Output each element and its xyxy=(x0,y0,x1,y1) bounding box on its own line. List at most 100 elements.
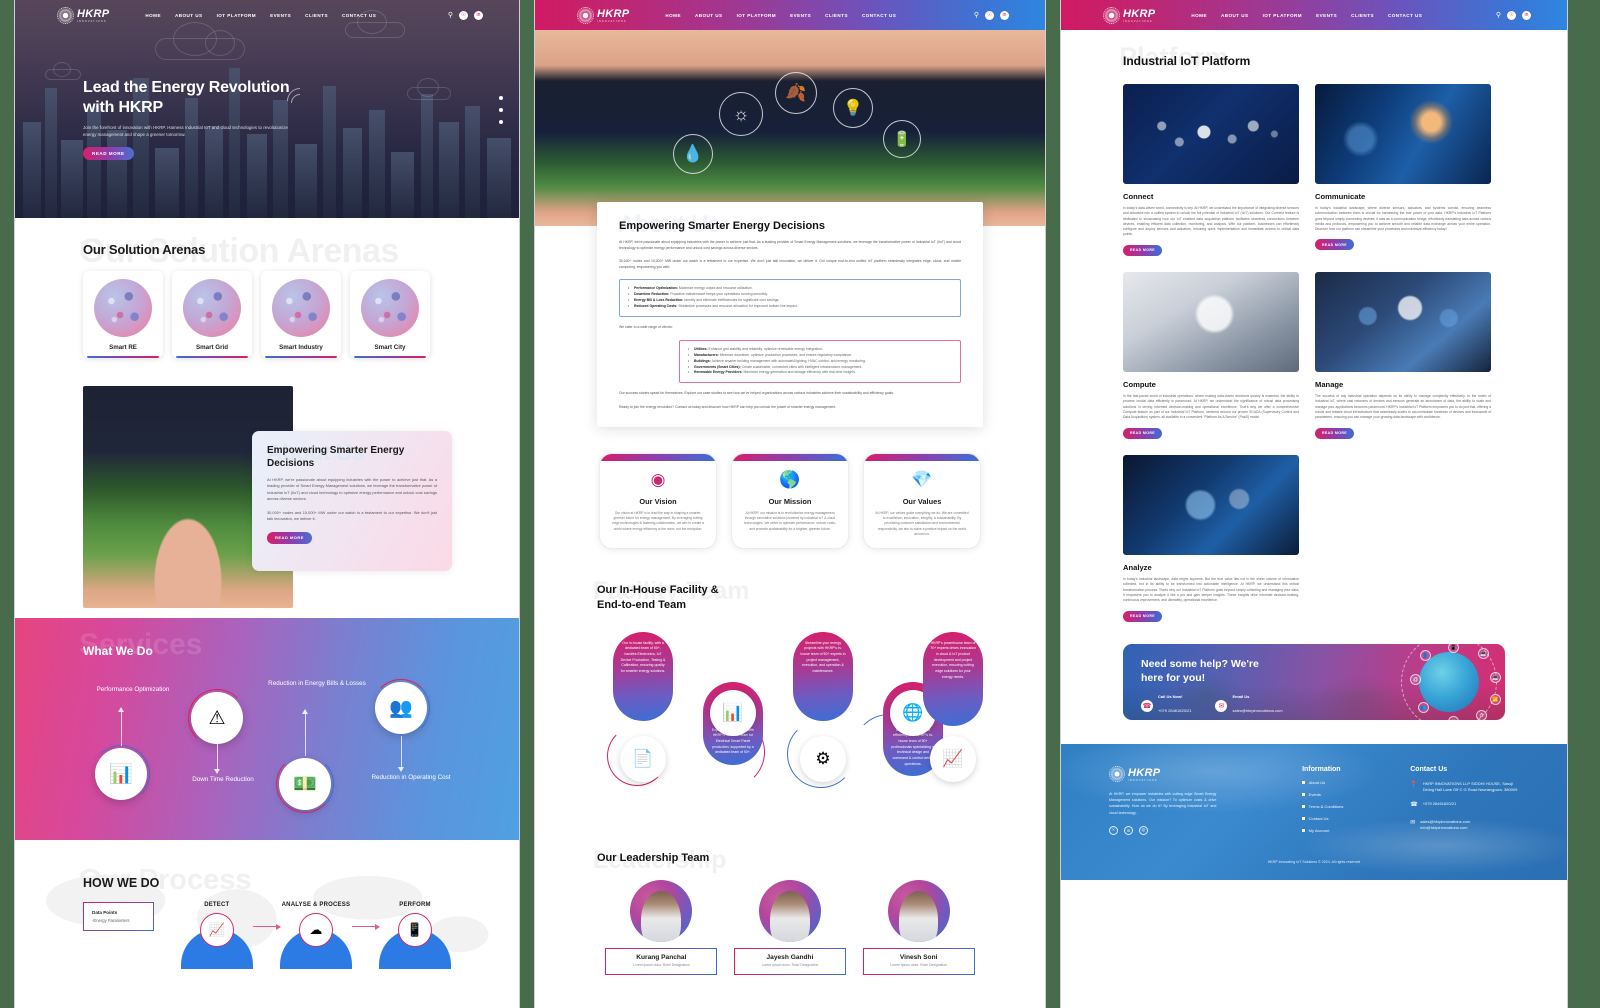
logo-text: HKRP INNOVATIONS xyxy=(597,7,630,23)
nav-item-events[interactable]: EVENTS xyxy=(1316,13,1337,18)
nav-item-events[interactable]: EVENTS xyxy=(270,13,291,18)
linkedin-icon[interactable]: in xyxy=(1000,10,1009,20)
linkedin-icon[interactable]: in xyxy=(474,10,483,20)
iot-card-text: In today's data-driven world, connectivi… xyxy=(1123,206,1299,237)
search-icon[interactable]: ⚲ xyxy=(1496,11,1501,19)
arena-card-smart-industry[interactable]: Smart Industry xyxy=(261,271,341,358)
footer-logo[interactable]: HKRP INNOVATIONS xyxy=(1109,766,1216,782)
slider-dot-1[interactable] xyxy=(499,96,503,100)
hero-title: Lead the Energy Revolution with HKRP xyxy=(83,78,333,117)
search-icon[interactable]: ⚲ xyxy=(448,11,453,19)
footer-link-my-account[interactable]: My Account xyxy=(1302,828,1386,833)
about-paragraph-2: 30,000+ nodes and 10,000+ MW under our w… xyxy=(267,509,437,522)
footer-email[interactable]: ✉ sales@hkrpinnovations.com info@hkrpinn… xyxy=(1410,819,1519,831)
communicate-read-more-button[interactable]: READ MORE xyxy=(1315,239,1354,251)
nav-item-home[interactable]: HOME xyxy=(145,13,161,18)
arena-card-smart-city[interactable]: Smart City xyxy=(350,271,430,358)
meter-icon: 📈 xyxy=(199,913,234,947)
leadership-section: Leadership Our Leadership Team Kurang Pa… xyxy=(535,846,1045,975)
skype-icon[interactable]: ☉ xyxy=(985,10,994,20)
solution-arenas-section: Our Solution Arenas Our Solution Arenas … xyxy=(15,218,519,358)
about-paragraph-1: At HKRP, we're passionate about equippin… xyxy=(267,477,437,502)
wwd-label-energybills: Reduction in Energy Bills & Losses xyxy=(268,680,366,687)
nav-item-contact-us[interactable]: CONTACT US xyxy=(342,13,376,18)
wwd-item-operatingcost[interactable]: 👥 xyxy=(372,679,430,737)
hero-slider-dots[interactable] xyxy=(499,96,503,124)
footer-link-events[interactable]: Events xyxy=(1302,792,1386,797)
logo-iot[interactable]: HKRP INNOVATIONS xyxy=(1103,6,1155,24)
footer-link-about-us[interactable]: About Us xyxy=(1302,780,1386,785)
facility-title: Our In-House Facility & End-to-end Team xyxy=(597,583,983,612)
eye-target-icon: ◉ xyxy=(650,469,666,489)
how-step-label: PERFORM xyxy=(399,902,431,908)
about-page-paragraph-1: At HKRP, we're passionate about equippin… xyxy=(619,240,961,250)
smart-re-icon xyxy=(94,279,152,337)
arena-label: Smart City xyxy=(374,344,406,351)
linkedin-icon[interactable]: in xyxy=(1124,825,1133,835)
gauge-icon: 📊 xyxy=(92,745,150,803)
analyze-read-more-button[interactable]: READ MORE xyxy=(1123,610,1162,622)
arena-card-smart-re[interactable]: Smart RE xyxy=(83,271,163,358)
nav-item-iot-platform[interactable]: IOT PLATFORM xyxy=(737,13,777,18)
alert-icon: ⚠ xyxy=(188,689,246,747)
wwd-item-performance[interactable]: 📊 xyxy=(92,745,150,803)
slider-dot-3[interactable] xyxy=(499,120,503,124)
compute-read-more-button[interactable]: READ MORE xyxy=(1123,427,1162,439)
search-icon[interactable]: ⚲ xyxy=(974,11,979,19)
linkedin-icon[interactable]: in xyxy=(1522,10,1531,20)
mail-icon: ✉ xyxy=(1215,699,1228,712)
values-card: 💎 Our Values At HKRP, our values guide e… xyxy=(863,452,981,550)
nav-item-home[interactable]: HOME xyxy=(1191,13,1207,18)
about-read-more-button[interactable]: READ MORE xyxy=(267,531,312,544)
nav-item-about-us[interactable]: ABOUT US xyxy=(695,13,723,18)
nav-item-clients[interactable]: CLIENTS xyxy=(1351,13,1374,18)
nav-item-iot-platform[interactable]: IOT PLATFORM xyxy=(217,13,257,18)
nav-item-clients[interactable]: CLIENTS xyxy=(305,13,328,18)
wwd-item-downtime[interactable]: ⚠ xyxy=(188,689,246,747)
communicate-image xyxy=(1315,84,1491,184)
how-step-analyse: ANALYSE & PROCESS ☁ xyxy=(279,902,352,969)
footer-link-contact-us[interactable]: Contact Us xyxy=(1302,816,1386,821)
iot-card-title: Manage xyxy=(1315,380,1344,390)
logo-about[interactable]: HKRP INNOVATIONS xyxy=(577,6,630,24)
leader-role: Lorem Ipsum dolor. Role/ Designation xyxy=(761,962,819,967)
footer-link-terms[interactable]: Terms & Conditions xyxy=(1302,804,1386,809)
manage-read-more-button[interactable]: READ MORE xyxy=(1315,427,1354,439)
wwd-item-energybills[interactable]: 💵 xyxy=(276,755,334,813)
nav-item-contact-us[interactable]: CONTACT US xyxy=(862,13,896,18)
orbit-node-user-icon: 👤 xyxy=(1420,650,1431,661)
nav-item-iot-platform[interactable]: IOT PLATFORM xyxy=(1263,13,1303,18)
footer-phone[interactable]: ☎ +079 26461620/21 xyxy=(1410,801,1519,810)
about-hero-image: 💧 ☼ 🍂 💡 🔋 xyxy=(535,30,1045,226)
nav-item-events[interactable]: EVENTS xyxy=(790,13,811,18)
nav-item-home[interactable]: HOME xyxy=(665,13,681,18)
arena-card-smart-grid[interactable]: Smart Grid xyxy=(172,271,252,358)
about-page-paragraph-2: 30,000+ nodes and 10,000+ MW under our w… xyxy=(619,259,961,269)
help-email-item[interactable]: ✉ Email Us sales@hkrpinnovations.com xyxy=(1215,694,1283,717)
help-call-item[interactable]: ☎ Call Us Now! +079 26461620/21 xyxy=(1141,694,1191,717)
card-accent-top xyxy=(600,453,716,461)
nav-item-about-us[interactable]: ABOUT US xyxy=(175,13,203,18)
logo-home[interactable]: HKRP INNOVATIONS xyxy=(57,6,109,24)
slider-dot-2[interactable] xyxy=(499,108,503,112)
nav-item-contact-us[interactable]: CONTACT US xyxy=(1388,13,1422,18)
skype-icon[interactable]: ☉ xyxy=(1507,10,1516,20)
iot-card-communicate: Communicate In today's industrial landsc… xyxy=(1315,84,1491,256)
hands-globe-icon: 🌎 xyxy=(779,469,801,489)
browser-window-about: HKRP INNOVATIONS HOME ABOUT US IOT PLATFO… xyxy=(534,0,1046,1008)
nav-item-about-us[interactable]: ABOUT US xyxy=(1221,13,1249,18)
logo-text: HKRP INNOVATIONS xyxy=(1128,766,1161,782)
smart-grid-icon xyxy=(183,279,241,337)
money-chart-icon: 💵 xyxy=(276,755,334,813)
skype-icon[interactable]: ☉ xyxy=(1109,825,1118,835)
location-pin-icon: 📍 xyxy=(1410,782,1418,788)
skype-icon[interactable]: ☉ xyxy=(459,10,468,20)
instagram-icon[interactable]: ◎ xyxy=(1139,825,1148,835)
connect-read-more-button[interactable]: READ MORE xyxy=(1123,244,1162,256)
gear-team-icon: ⚙ xyxy=(800,735,846,782)
leader-name: Jayesh Gandhi xyxy=(766,953,814,961)
hero-read-more-button[interactable]: READ MORE xyxy=(83,147,134,161)
nav-item-clients[interactable]: CLIENTS xyxy=(825,13,848,18)
about-page-heading: Empowering Smarter Energy Decisions xyxy=(619,220,826,232)
leadership-title: Our Leadership Team xyxy=(597,851,710,864)
